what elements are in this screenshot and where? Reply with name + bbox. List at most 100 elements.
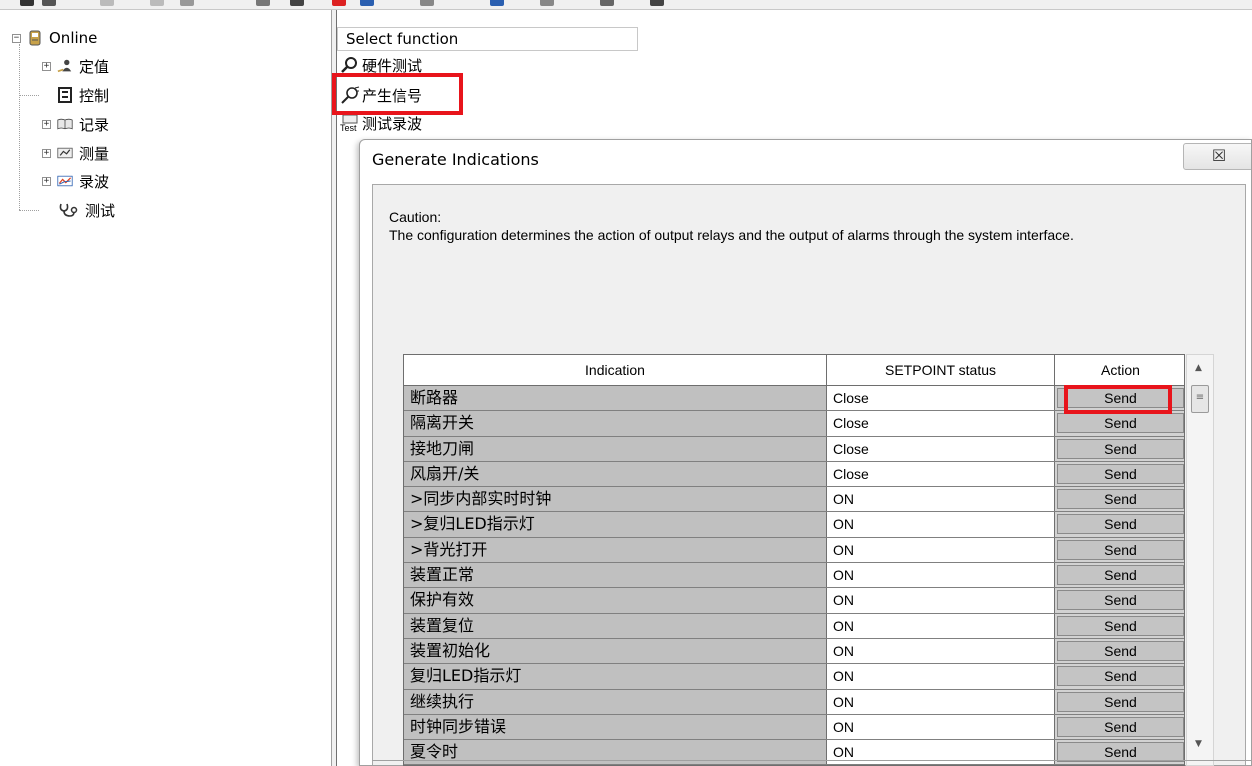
indication-cell[interactable]: 装置初始化 [404, 638, 827, 664]
setpoint-cell[interactable]: ON [827, 613, 1055, 638]
meter-icon [57, 145, 73, 161]
table-row: 保护有效 ON Send [404, 588, 1184, 614]
function-test-recording[interactable]: Test 测试录波 [340, 112, 422, 134]
setpoint-cell[interactable]: Close [827, 461, 1055, 487]
table-header: Indication SETPOINT status Action [404, 355, 1184, 386]
indication-cell[interactable]: 继续执行 [404, 689, 827, 714]
tree-root-online[interactable]: − Online [12, 27, 97, 49]
send-button[interactable]: Send [1057, 691, 1184, 712]
edit-icon[interactable] [600, 0, 614, 6]
select-function-header: Select function [337, 27, 638, 51]
indication-cell[interactable]: 保护有效 [404, 588, 827, 613]
tree-item-label: 记录 [79, 115, 110, 134]
send-button[interactable]: Send [1057, 539, 1184, 560]
setpoint-cell[interactable]: Close [827, 386, 1055, 411]
tree-item-measurement[interactable]: + 测量 [42, 142, 109, 164]
settings-person-icon [57, 58, 73, 74]
setpoint-cell[interactable]: Close [827, 436, 1055, 461]
setpoint-cell[interactable]: ON [827, 689, 1055, 714]
caution-text: The configuration determines the action … [389, 227, 1074, 243]
grid-icon[interactable] [256, 0, 270, 6]
paste-icon[interactable] [180, 0, 194, 6]
setpoint-cell[interactable]: ON [827, 537, 1055, 563]
help-icon[interactable] [650, 0, 664, 6]
setpoint-cell[interactable]: Close [827, 411, 1055, 436]
column-header-setpoint[interactable]: SETPOINT status [827, 355, 1055, 386]
caution-message: Caution: The configuration determines th… [389, 208, 1089, 244]
send-button[interactable]: Send [1057, 438, 1184, 459]
tree-item-settings[interactable]: + 定值 [42, 55, 109, 77]
send-button[interactable]: Send [1057, 565, 1184, 586]
tree-item-records[interactable]: + 记录 [42, 113, 109, 135]
action-cell: Send [1055, 461, 1184, 487]
setpoint-cell[interactable]: ON [827, 512, 1055, 537]
send-button[interactable]: Send [1057, 716, 1184, 737]
action-cell: Send [1055, 512, 1184, 537]
setpoint-cell[interactable]: ON [827, 638, 1055, 664]
copy-icon[interactable] [150, 0, 164, 6]
send-button[interactable]: Send [1057, 413, 1184, 434]
send-button[interactable]: Send [1057, 463, 1184, 484]
send-button[interactable]: Send [1057, 640, 1184, 661]
action-cell: Send [1055, 613, 1184, 638]
function-label: 测试录波 [362, 114, 423, 133]
book-icon [57, 116, 73, 132]
setpoint-cell[interactable]: ON [827, 664, 1055, 689]
table-row: 装置复位 ON Send [404, 613, 1184, 639]
collapse-icon[interactable]: − [12, 33, 21, 43]
table-scrollbar[interactable]: ▲ ≡ ▼ [1186, 354, 1214, 766]
send-button[interactable]: Send [1057, 514, 1184, 535]
indication-cell[interactable]: 装置复位 [404, 613, 827, 638]
indication-cell[interactable]: 风扇开/关 [404, 461, 827, 487]
scroll-down-icon[interactable]: ▼ [1195, 739, 1202, 749]
setpoint-cell[interactable]: ON [827, 563, 1055, 588]
scroll-thumb[interactable]: ≡ [1191, 385, 1209, 413]
setpoint-cell[interactable]: ON [827, 588, 1055, 613]
close-icon[interactable]: ☒ [1183, 143, 1251, 170]
expand-icon[interactable]: + [42, 148, 51, 158]
save-icon[interactable] [20, 0, 34, 6]
tools-icon[interactable] [290, 0, 304, 6]
indication-cell[interactable]: 断路器 [404, 386, 827, 411]
indication-cell[interactable]: 装置正常 [404, 563, 827, 588]
indication-cell[interactable]: 隔离开关 [404, 411, 827, 436]
indication-cell[interactable]: 复归LED指示灯 [404, 664, 827, 689]
tree-item-test[interactable]: 测试 [57, 199, 115, 221]
table-icon[interactable] [540, 0, 554, 6]
send-button[interactable]: Send [1057, 666, 1184, 687]
tree-item-waveform[interactable]: + 录波 [42, 170, 109, 192]
action-cell: Send [1055, 588, 1184, 613]
dialog-divider [372, 760, 1252, 761]
setpoint-cell[interactable]: ON [827, 714, 1055, 740]
action-cell: Send [1055, 537, 1184, 563]
table-row: 接地刀闸 Close Send [404, 436, 1184, 462]
info-icon[interactable] [360, 0, 374, 6]
list-icon[interactable] [420, 0, 434, 6]
send-button[interactable]: Send [1057, 590, 1184, 611]
tree-connector [19, 44, 20, 210]
setpoint-cell[interactable]: ON [827, 487, 1055, 512]
column-header-indication[interactable]: Indication [404, 355, 827, 386]
scroll-up-icon[interactable]: ▲ [1195, 363, 1202, 373]
action-cell: Send [1055, 436, 1184, 461]
action-cell: Send [1055, 689, 1184, 714]
print-icon[interactable] [42, 0, 56, 6]
indication-cell[interactable]: >同步内部实时时钟 [404, 487, 827, 512]
column-header-action[interactable]: Action [1055, 355, 1184, 386]
expand-icon[interactable]: + [42, 176, 51, 186]
send-button[interactable]: Send [1057, 615, 1184, 636]
tree-item-label: 控制 [79, 86, 110, 105]
add-icon[interactable] [332, 0, 346, 6]
chart-icon[interactable] [490, 0, 504, 6]
test-icon-text: Test [340, 123, 357, 133]
indication-cell[interactable]: >复归LED指示灯 [404, 512, 827, 537]
indication-cell[interactable]: >背光打开 [404, 537, 827, 563]
tree-item-control[interactable]: 控制 [57, 84, 109, 106]
indication-cell[interactable]: 时钟同步错误 [404, 714, 827, 740]
expand-icon[interactable]: + [42, 119, 51, 129]
device-icon [27, 30, 43, 46]
undo-icon[interactable] [100, 0, 114, 6]
expand-icon[interactable]: + [42, 61, 51, 71]
indication-cell[interactable]: 接地刀闸 [404, 436, 827, 461]
send-button[interactable]: Send [1057, 489, 1184, 510]
